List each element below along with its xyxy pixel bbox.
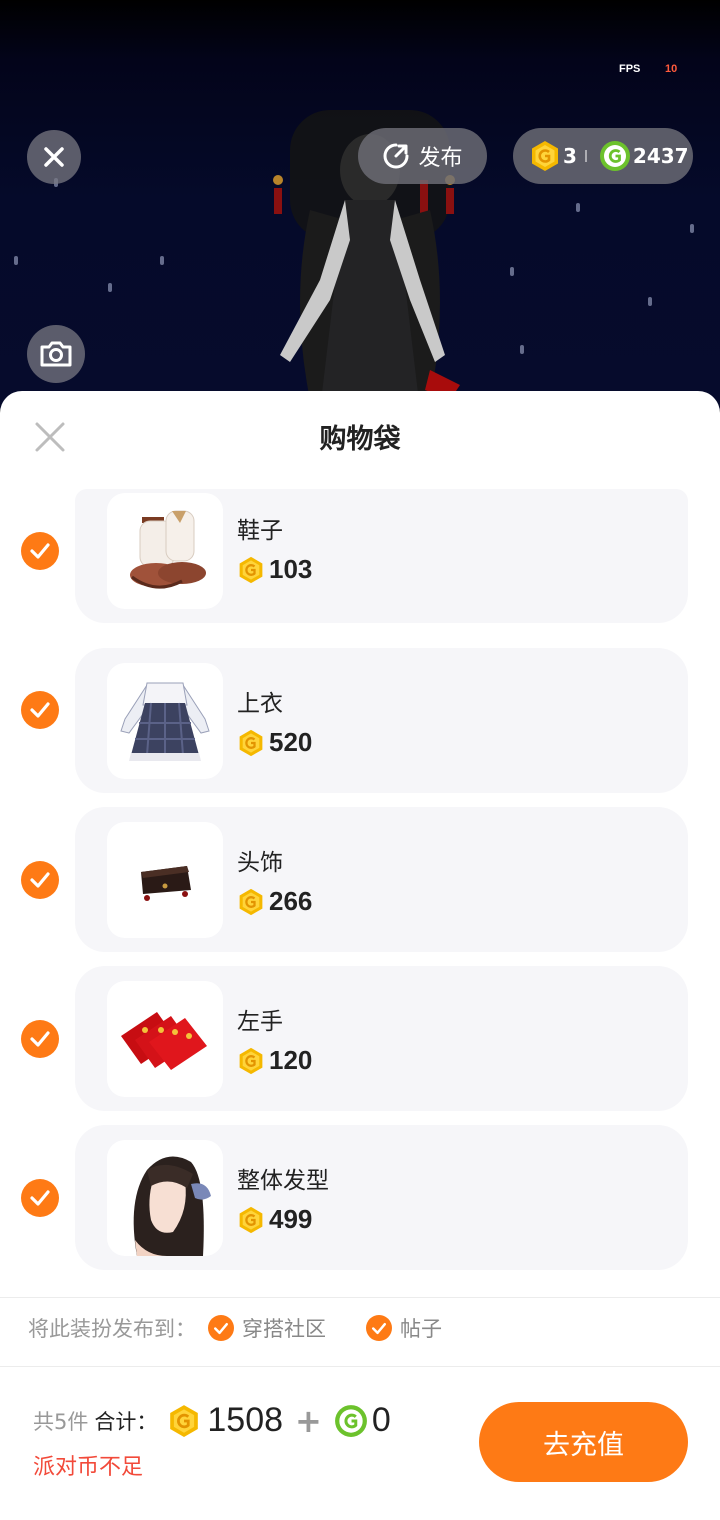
cart-item-list: 鞋子 103 上衣 520 头饰 266 左手 120 整体发型 499 bbox=[0, 489, 720, 1284]
dress-thumbnail bbox=[107, 663, 223, 779]
item-checkbox[interactable] bbox=[21, 691, 59, 729]
close-icon bbox=[44, 147, 64, 167]
headwear-image bbox=[141, 866, 191, 901]
cart-item[interactable]: 鞋子 103 bbox=[0, 489, 720, 648]
option-checkbox[interactable] bbox=[208, 1315, 234, 1341]
item-card[interactable]: 上衣 520 bbox=[75, 648, 688, 793]
item-checkbox[interactable] bbox=[21, 1179, 59, 1217]
shopping-bag-sheet: 购物袋 鞋子 103 上衣 520 头饰 266 左手 120 整体发型 499… bbox=[0, 391, 720, 1520]
snowflake bbox=[14, 256, 18, 265]
item-price-value: 520 bbox=[269, 727, 313, 757]
item-card[interactable]: 整体发型 499 bbox=[75, 1125, 688, 1270]
item-name: 上衣 bbox=[237, 691, 283, 717]
g-coin-balance: 2437 bbox=[632, 144, 689, 168]
item-name: 整体发型 bbox=[237, 1168, 329, 1194]
item-price-value: 120 bbox=[269, 1045, 313, 1075]
shoes-image bbox=[130, 510, 206, 589]
item-price-value: 103 bbox=[269, 554, 313, 584]
party-coin-balance: 3 bbox=[563, 144, 577, 168]
cart-item[interactable]: 整体发型 499 bbox=[0, 1125, 720, 1284]
g-coin-icon bbox=[599, 141, 630, 171]
total-label: 合计： bbox=[94, 1409, 158, 1434]
checkmark-icon bbox=[30, 543, 50, 559]
cart-item[interactable]: 头饰 266 bbox=[0, 807, 720, 966]
party-coin-icon bbox=[170, 1404, 199, 1437]
insufficient-funds-warning: 派对币不足 bbox=[33, 1455, 144, 1480]
snowflake bbox=[576, 203, 580, 212]
option-outfit-community[interactable]: 穿搭社区 bbox=[208, 1313, 326, 1343]
item-price: 520 bbox=[237, 727, 312, 758]
item-name: 左手 bbox=[237, 1009, 283, 1035]
item-card[interactable]: 头饰 266 bbox=[75, 807, 688, 952]
snowflake bbox=[520, 345, 524, 354]
item-card[interactable]: 左手 120 bbox=[75, 966, 688, 1111]
red-envelopes-image bbox=[121, 1012, 207, 1070]
game-scene: FPS 10 发布 3 2437 bbox=[0, 0, 720, 410]
option-label: 帖子 bbox=[400, 1317, 442, 1341]
checkmark-icon bbox=[30, 1031, 50, 1047]
publish-button[interactable]: 发布 bbox=[358, 128, 487, 184]
cart-item[interactable]: 上衣 520 bbox=[0, 648, 720, 807]
item-checkbox[interactable] bbox=[21, 532, 59, 570]
divider bbox=[0, 1297, 720, 1298]
publish-destination: 将此装扮发布到： 穿搭社区 帖子 bbox=[28, 1313, 442, 1343]
camera-icon bbox=[40, 341, 72, 367]
party-coin-icon bbox=[239, 556, 263, 583]
g-coin-icon bbox=[334, 1404, 367, 1437]
shoes-thumbnail bbox=[107, 493, 223, 609]
party-coin-icon bbox=[239, 888, 263, 915]
cart-item[interactable]: 左手 120 bbox=[0, 966, 720, 1125]
recharge-button[interactable]: 去充值 bbox=[479, 1402, 688, 1482]
dress-image bbox=[120, 682, 210, 761]
party-coin-icon bbox=[532, 141, 558, 171]
item-price: 120 bbox=[237, 1045, 312, 1076]
item-card[interactable]: 鞋子 103 bbox=[75, 489, 688, 623]
item-name: 鞋子 bbox=[237, 518, 283, 544]
snowflake bbox=[160, 256, 164, 265]
red-envelopes-thumbnail bbox=[107, 981, 223, 1097]
checkmark-icon bbox=[30, 872, 50, 888]
item-count: 共5件 bbox=[33, 1409, 89, 1434]
hairstyle-thumbnail bbox=[107, 1140, 223, 1256]
snowflake bbox=[648, 297, 652, 306]
divider bbox=[584, 150, 587, 162]
divider bbox=[0, 1366, 720, 1367]
item-checkbox[interactable] bbox=[21, 1020, 59, 1058]
option-label: 穿搭社区 bbox=[242, 1317, 326, 1341]
item-price: 103 bbox=[237, 554, 312, 585]
snowflake bbox=[108, 283, 112, 292]
plus-sign: + bbox=[295, 1401, 322, 1440]
publish-destination-label: 将此装扮发布到： bbox=[28, 1317, 196, 1341]
sheet-title: 购物袋 bbox=[319, 424, 401, 455]
option-checkbox[interactable] bbox=[366, 1315, 392, 1341]
publish-label: 发布 bbox=[418, 146, 463, 171]
order-summary: 共5件 合计： 1508 + 0 bbox=[33, 1401, 391, 1440]
fps-label: FPS bbox=[619, 63, 641, 75]
checkmark-icon bbox=[30, 1190, 50, 1206]
fps-value: 10 bbox=[665, 63, 678, 75]
hairstyle-image bbox=[133, 1156, 211, 1256]
party-coin-icon bbox=[239, 1047, 263, 1074]
checkmark-icon bbox=[30, 702, 50, 718]
item-name: 头饰 bbox=[237, 850, 283, 876]
item-price-value: 266 bbox=[269, 886, 313, 916]
item-price: 266 bbox=[237, 886, 312, 917]
checkmark-icon bbox=[371, 1322, 387, 1334]
party-coin-total: 1508 bbox=[207, 1401, 284, 1439]
party-coin-icon bbox=[239, 1206, 263, 1233]
snowflake bbox=[690, 224, 694, 233]
publish-icon bbox=[384, 143, 409, 169]
camera-button[interactable] bbox=[27, 325, 85, 383]
item-price: 499 bbox=[237, 1204, 312, 1235]
wallet-balance[interactable]: 3 2437 bbox=[513, 128, 693, 184]
close-scene-button[interactable] bbox=[27, 130, 81, 184]
headwear-thumbnail bbox=[107, 822, 223, 938]
checkmark-icon bbox=[213, 1322, 229, 1334]
option-post[interactable]: 帖子 bbox=[366, 1313, 442, 1343]
snowflake bbox=[510, 267, 514, 276]
g-coin-total: 0 bbox=[371, 1401, 391, 1439]
item-checkbox[interactable] bbox=[21, 861, 59, 899]
item-price-value: 499 bbox=[269, 1204, 313, 1234]
party-coin-icon bbox=[239, 729, 263, 756]
